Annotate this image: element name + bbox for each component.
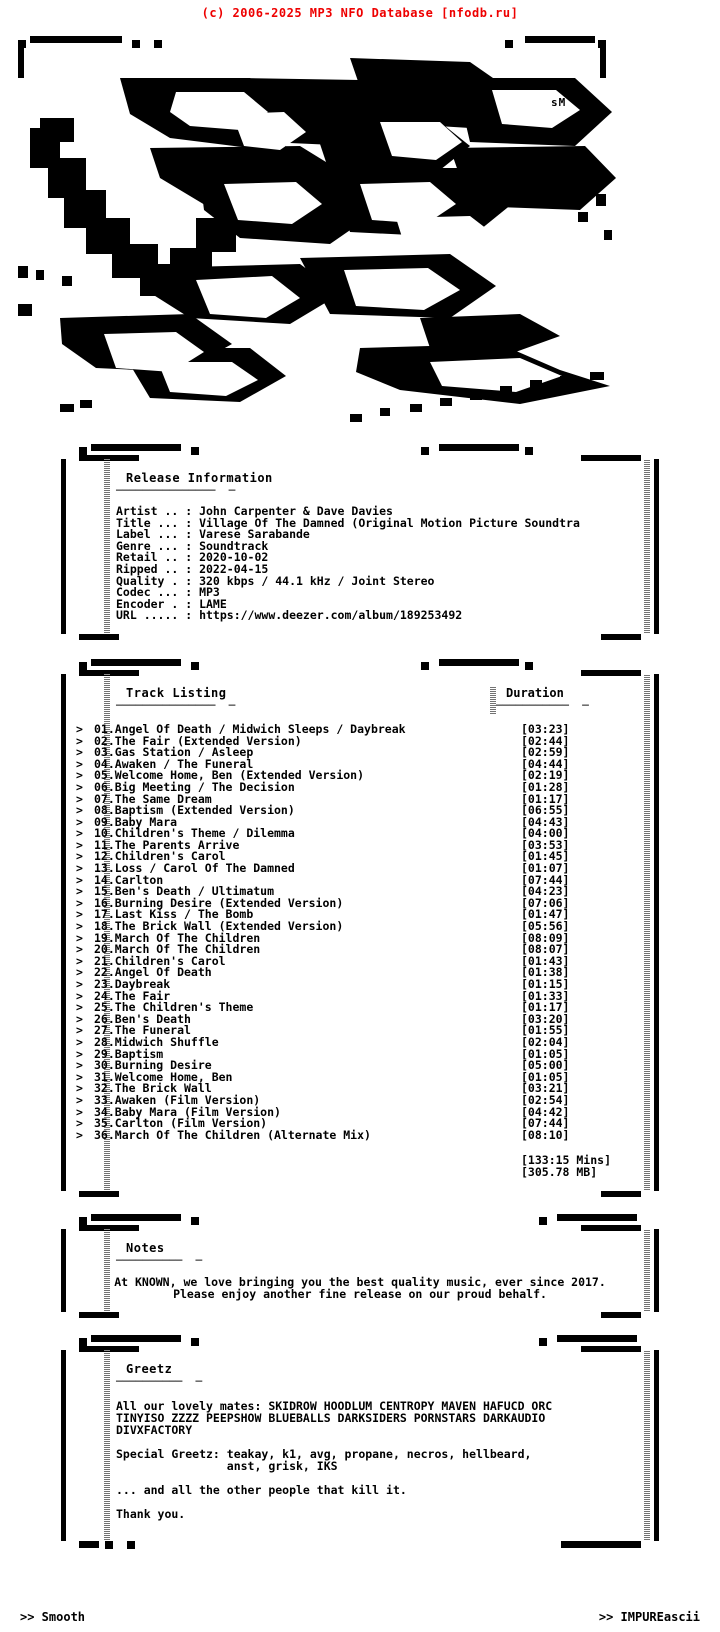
- notes-line-1: At KNOWN, we love bringing you the best …: [114, 1274, 606, 1289]
- track-row: >36.March Of The Children (Alternate Mix…: [66, 1127, 654, 1142]
- duration-column-header: Duration: [506, 685, 564, 700]
- greetz-line: Thank you.: [116, 1506, 186, 1521]
- greetz-line: anst, grisk, IKS: [116, 1458, 338, 1473]
- greetz-section-rule: ────────── ─: [116, 1374, 203, 1388]
- release-information-box: Release Information ─────────────── ─ Ar…: [61, 444, 659, 646]
- tracklist-section-title: Track Listing: [126, 685, 227, 700]
- greetz-lines-container: All our lovely mates: SKIDROW HOODLUM CE…: [66, 1400, 654, 1521]
- notes-box: Notes ────────── ─ At KNOWN, we love bri…: [61, 1213, 659, 1324]
- total-size-value: [305.78 MB]: [521, 1164, 598, 1179]
- notes-line-2: Please enjoy another fine release on our…: [173, 1286, 547, 1301]
- box-frame-bottom: [61, 1540, 659, 1553]
- greetz-line: DIVXFACTORY: [116, 1422, 193, 1437]
- track-duration: [08:10]: [521, 1127, 570, 1142]
- release-section-title: Release Information: [126, 471, 273, 485]
- right-stipple: [644, 1228, 650, 1312]
- box-frame-bottom: [61, 1190, 659, 1203]
- box-frame-bottom: [61, 1311, 659, 1324]
- track-listing-box: Track Listing ─────────────── ─ Duration…: [61, 658, 659, 1203]
- box-body: Release Information ─────────────── ─ Ar…: [61, 459, 659, 634]
- release-fields-list: Artist .. : John Carpenter & Dave Davies…: [66, 505, 654, 622]
- track-bullet-icon: >: [76, 1127, 83, 1142]
- box-body: Track Listing ─────────────── ─ Duration…: [61, 673, 659, 1191]
- footer-right-credit: >> IMPUREascii: [598, 1610, 700, 1624]
- site-header: (c) 2006-2025 MP3 NFO Database [nfodb.ru…: [0, 0, 720, 20]
- right-stipple: [644, 459, 650, 634]
- ascii-art-logo: sM: [0, 18, 720, 423]
- box-frame-top: [61, 1213, 659, 1231]
- box-body: Greetz ────────── ─ All our lovely mates…: [61, 1349, 659, 1541]
- box-frame-top: [61, 444, 659, 461]
- greetz-box: Greetz ────────── ─ All our lovely mates…: [61, 1334, 659, 1553]
- notes-section-rule: ────────── ─: [116, 1253, 203, 1267]
- left-stipple: [104, 1228, 110, 1312]
- greetz-line: ... and all the other people that kill i…: [116, 1482, 407, 1497]
- box-body: Notes ────────── ─ At KNOWN, we love bri…: [61, 1228, 659, 1312]
- footer-left-credit: >> Smooth: [20, 1610, 86, 1624]
- notes-section-title: Notes: [126, 1240, 165, 1255]
- box-frame-top: [61, 1334, 659, 1352]
- left-stipple: [104, 459, 110, 634]
- track-title: 36.March Of The Children (Alternate Mix): [94, 1127, 371, 1142]
- duration-column-rule: ─────────── ─: [496, 698, 589, 712]
- greetz-section-title: Greetz: [126, 1361, 173, 1376]
- release-field-url[interactable]: URL ..... : https://www.deezer.com/album…: [66, 610, 654, 622]
- release-section-rule: ─────────────── ─: [116, 484, 236, 497]
- ascii-logo-graphic: [18, 36, 616, 422]
- box-frame-top: [61, 658, 659, 676]
- box-frame-bottom: [61, 633, 659, 646]
- footer: >> Smooth >> IMPUREascii: [0, 1610, 720, 1626]
- right-stipple: [644, 1349, 650, 1541]
- artist-signature: sM: [551, 96, 567, 109]
- total-size-row: [305.78 MB]: [66, 1164, 654, 1179]
- track-rows-container: >01.Angel Of Death / Midwich Sleeps / Da…: [66, 723, 654, 1142]
- left-stipple: [104, 1349, 110, 1541]
